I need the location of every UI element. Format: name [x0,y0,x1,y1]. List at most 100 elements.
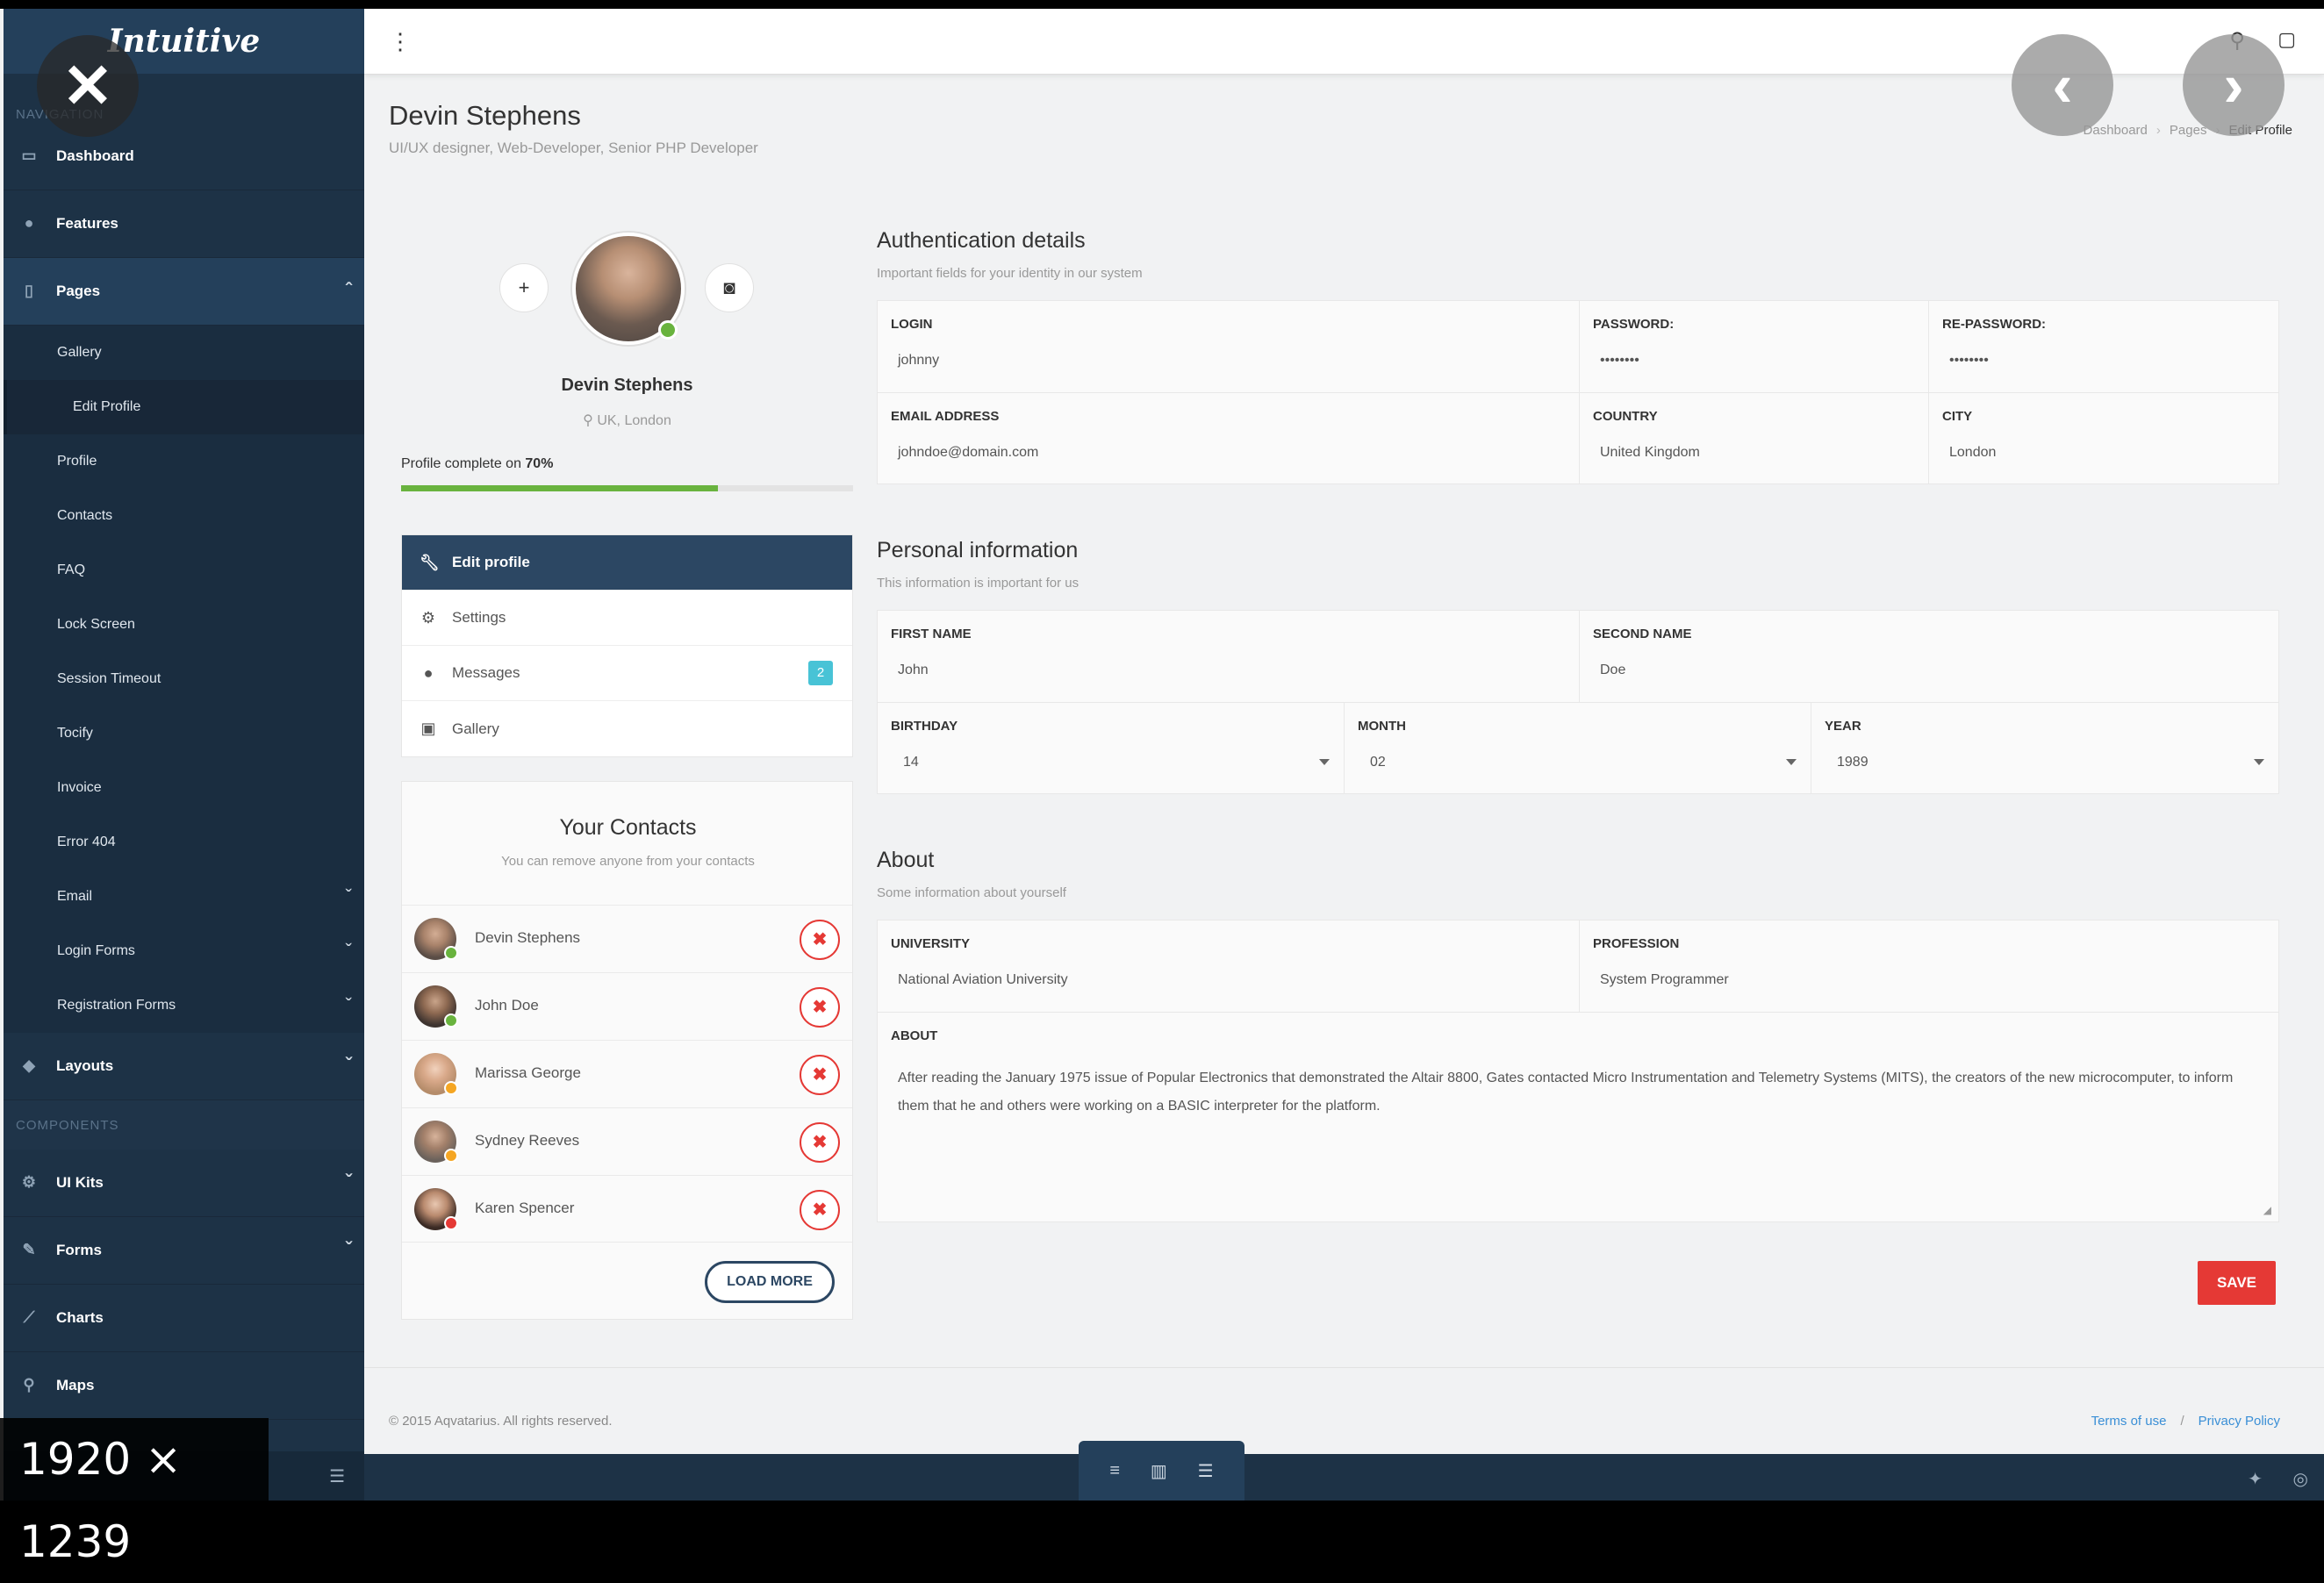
footer: © 2015 Aqvatarius. All rights reserved. … [364,1367,2324,1455]
university-input[interactable]: National Aviation University [898,972,1068,988]
remove-contact-button[interactable]: ✖ [800,920,840,960]
previous-image-button[interactable]: ‹ [2012,34,2113,136]
auth-section-subtitle: Important fields for your identity in ou… [877,266,1143,281]
privacy-link[interactable]: Privacy Policy [2198,1414,2280,1429]
remove-contact-button[interactable]: ✖ [800,987,840,1028]
sidebar-item-label: Forms [56,1242,102,1258]
sidebar-subitem-tocify[interactable]: Tocify [4,706,364,761]
sidebar-subitem-invoice[interactable]: Invoice [4,761,364,815]
menu-messages[interactable]: ● Messages 2 [402,646,852,701]
sidebar-subitem-login-forms[interactable]: Login Forms ˇ [4,924,364,978]
save-button[interactable]: SAVE [2198,1261,2276,1305]
login-input[interactable]: johnny [898,353,939,369]
bar-chart-icon[interactable]: ▥ [1151,1460,1167,1482]
sidebar-item-features[interactable]: ● Features [4,190,364,258]
sidebar-item-maps[interactable]: ⚲ Maps [4,1352,364,1420]
country-input[interactable]: United Kingdom [1600,445,1700,461]
month-select[interactable]: MONTH 02 [1345,703,1811,794]
contacts-subtitle: You can remove anyone from your contacts [501,854,755,869]
chevron-up-icon: ˆ [345,279,352,301]
profession-input[interactable]: System Programmer [1600,972,1729,988]
sidebar-item-layouts[interactable]: ◆ Layouts ˇ [4,1033,364,1100]
sidebar-subitem-contacts[interactable]: Contacts [4,489,364,543]
status-dot-icon [444,1081,458,1095]
gear-icon: ⚙ [420,609,436,627]
login-field[interactable]: LOGIN johnny [878,301,1580,392]
next-image-button[interactable]: › [2183,34,2285,136]
repassword-input[interactable]: •••••••• [1949,353,1989,369]
close-viewer-button[interactable]: ✕ [37,35,139,137]
more-vertical-icon[interactable]: ⋮ [389,28,412,55]
sidebar-item-dashboard[interactable]: ▭ Dashboard [4,123,364,190]
list-icon[interactable]: ☰ [1198,1460,1214,1482]
city-field[interactable]: CITY London [1929,393,2278,484]
field-label: UNIVERSITY [891,936,971,951]
sidebar-subitem-edit-profile[interactable]: Edit Profile [4,380,364,434]
first-name-field[interactable]: FIRST NAME John [878,611,1580,702]
camera-button[interactable]: ◙ [705,263,754,312]
field-label: COUNTRY [1593,409,1658,424]
remove-contact-button[interactable]: ✖ [800,1055,840,1095]
first-name-input[interactable]: John [898,663,929,678]
second-name-field[interactable]: SECOND NAME Doe [1580,611,2278,702]
sidebar-subitem-faq[interactable]: FAQ [4,543,364,598]
status-dot-icon [444,1149,458,1163]
caret-down-icon [2254,759,2264,765]
birthday-select[interactable]: BIRTHDAY 14 [878,703,1345,794]
add-button[interactable]: + [499,263,549,312]
menu-settings[interactable]: ⚙ Settings [402,591,852,646]
terms-link[interactable]: Terms of use [2091,1414,2167,1429]
sidebar-subitem-gallery[interactable]: Gallery [4,326,364,380]
form-row: FIRST NAME John SECOND NAME Doe [878,611,2278,703]
personal-section-subtitle: This information is important for us [877,576,1080,591]
profession-field[interactable]: PROFESSION System Programmer [1580,920,2278,1012]
load-more-button[interactable]: LOAD MORE [705,1261,835,1303]
contact-row: Devin Stephens ✖ [402,905,852,972]
second-name-input[interactable]: Doe [1600,663,1625,678]
about-textarea-row: ABOUT After reading the January 1975 iss… [878,1013,2278,1221]
menu-label: Messages [452,664,520,681]
city-input[interactable]: London [1949,445,1996,461]
sidebar-item-forms[interactable]: ✎ Forms ˇ [4,1217,364,1285]
resize-handle-icon[interactable]: ◢ [2263,1204,2271,1216]
repassword-field[interactable]: RE-PASSWORD: •••••••• [1929,301,2278,392]
form-row: UNIVERSITY National Aviation University P… [878,920,2278,1013]
password-field[interactable]: PASSWORD: •••••••• [1580,301,1929,392]
year-select[interactable]: YEAR 1989 [1811,703,2278,794]
field-label: SECOND NAME [1593,627,1692,641]
menu-edit-profile[interactable]: 🔧︎ Edit profile [402,535,852,591]
sidebar-subitem-profile[interactable]: Profile [4,434,364,489]
contact-row: Karen Spencer ✖ [402,1175,852,1243]
sidebar-item-ui-kits[interactable]: ⚙ UI Kits ˇ [4,1150,364,1217]
sidebar-subitem-session-timeout[interactable]: Session Timeout [4,652,364,706]
image-icon: ▣ [420,720,436,737]
menu-gallery[interactable]: ▣ Gallery [402,701,852,756]
breadcrumb-pages[interactable]: Pages [2170,123,2207,138]
menu-toggle-icon[interactable]: ☰ [329,1465,345,1487]
remove-contact-button[interactable]: ✖ [800,1190,840,1230]
sidebar-item-pages[interactable]: ▯ Pages ˆ [4,258,364,326]
sidebar-subitem-email[interactable]: Email ˇ [4,870,364,924]
chevron-right-icon: › [2223,51,2244,119]
about-textarea[interactable]: After reading the January 1975 issue of … [898,1064,2258,1121]
settings-circle-icon[interactable]: ◎ [2293,1468,2308,1490]
remove-contact-button[interactable]: ✖ [800,1122,840,1163]
gears-icon: ⚙ [21,1173,37,1191]
sidebar-subitem-registration-forms[interactable]: Registration Forms ˇ [4,978,364,1033]
sidebar-subitem-lock-screen[interactable]: Lock Screen [4,598,364,652]
contact-row: John Doe ✖ [402,972,852,1040]
close-icon: ✕ [61,52,114,120]
field-label: MONTH [1358,719,1406,734]
fullscreen-icon[interactable]: ▢ [2277,28,2296,51]
sidebar-subitem-error-404[interactable]: Error 404 [4,815,364,870]
university-field[interactable]: UNIVERSITY National Aviation University [878,920,1580,1012]
chevron-left-icon: ‹ [2052,51,2073,119]
sidebar-item-charts[interactable]: ⟋ Charts [4,1285,364,1352]
status-dot-icon [444,1216,458,1230]
password-input[interactable]: •••••••• [1600,353,1639,369]
email-input[interactable]: johndoe@domain.com [898,445,1038,461]
database-icon[interactable]: ≡ [1109,1461,1120,1481]
email-field[interactable]: EMAIL ADDRESS johndoe@domain.com [878,393,1580,484]
country-field[interactable]: COUNTRY United Kingdom [1580,393,1929,484]
pin-icon[interactable]: ✦ [2248,1468,2263,1490]
